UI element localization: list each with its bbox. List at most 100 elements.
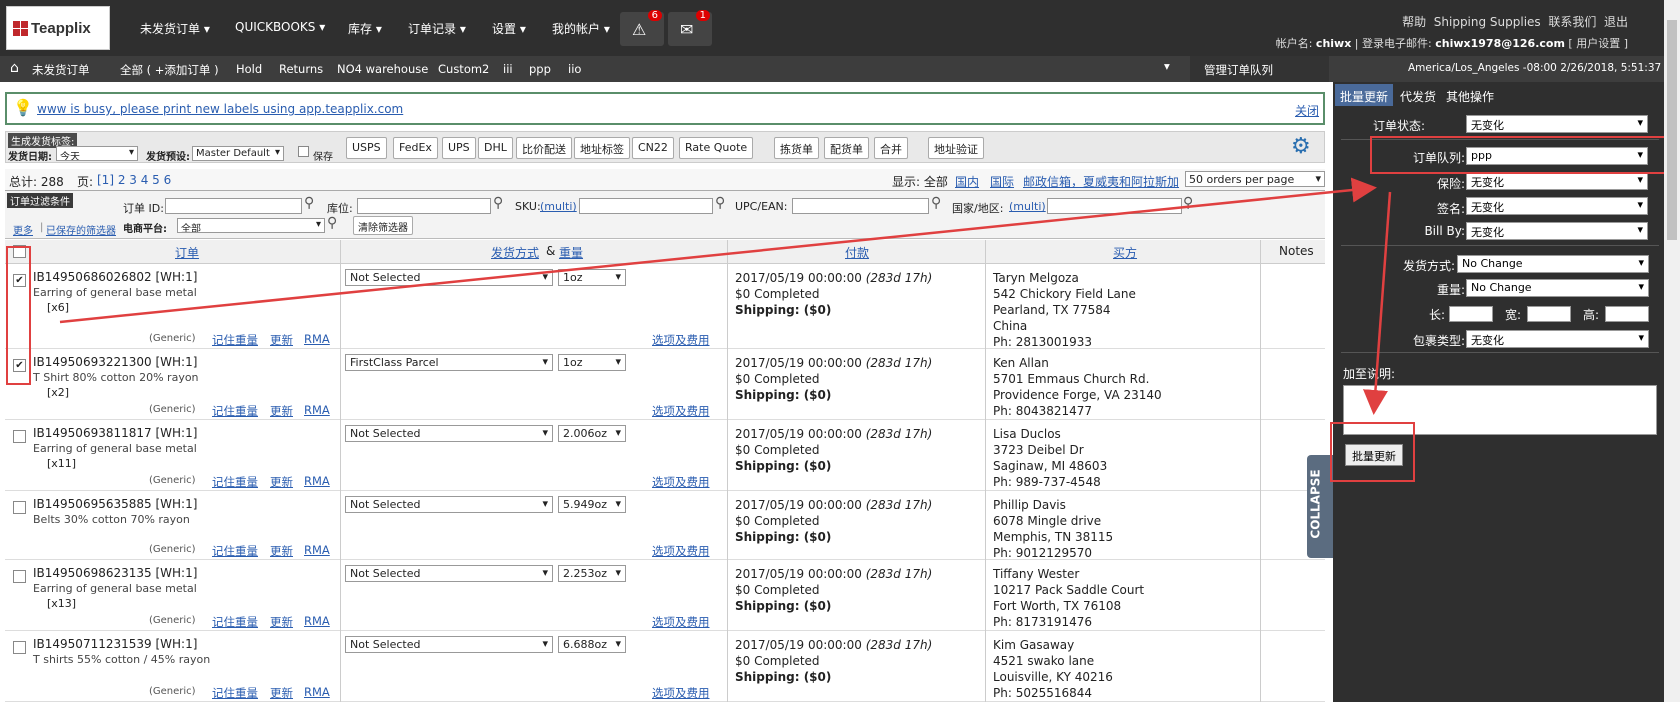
options-fees-link[interactable]: 选项及费用 xyxy=(652,614,710,630)
rma-link[interactable]: RMA xyxy=(304,332,330,346)
help-link[interactable]: 帮助 xyxy=(1402,15,1426,29)
more-filters-link[interactable]: 更多 xyxy=(13,222,33,237)
package-type-select[interactable]: 无变化 xyxy=(1466,330,1649,348)
rma-link[interactable]: RMA xyxy=(304,474,330,488)
remember-weight-link[interactable]: 记住重量 xyxy=(212,474,258,490)
nav-settings[interactable]: 设置 ▾ xyxy=(492,20,526,37)
ship-method-select[interactable]: FirstClass Parcel xyxy=(345,354,553,371)
address-label-button[interactable]: 地址标签 xyxy=(574,137,630,159)
insurance-select[interactable]: 无变化 xyxy=(1466,172,1648,190)
weight-select[interactable]: 1oz xyxy=(558,269,626,286)
options-fees-link[interactable]: 选项及费用 xyxy=(652,685,710,701)
ups-button[interactable]: UPS xyxy=(442,137,476,159)
cn22-button[interactable]: CN22 xyxy=(632,137,674,159)
order-checkbox[interactable]: ✔ xyxy=(13,359,26,372)
collapse-panel-button[interactable]: COLLAPSE xyxy=(1307,455,1333,558)
queue-tab-custom2[interactable]: Custom2 xyxy=(438,62,489,76)
country-input[interactable] xyxy=(1047,198,1182,214)
select-all-checkbox[interactable] xyxy=(13,245,26,258)
order-checkbox[interactable] xyxy=(13,570,26,583)
queue-tab-hold[interactable]: Hold xyxy=(236,62,262,76)
merge-button[interactable]: 合并 xyxy=(874,137,908,159)
usps-button[interactable]: USPS xyxy=(346,137,387,159)
queue-tab-iio[interactable]: iio xyxy=(568,62,581,76)
update-link[interactable]: 更新 xyxy=(270,685,293,701)
order-checkbox[interactable]: ✔ xyxy=(13,274,26,287)
ship-method-column-header[interactable]: 发货方式 xyxy=(491,244,539,261)
weight-select[interactable]: 5.949oz xyxy=(558,496,626,513)
height-input[interactable] xyxy=(1605,306,1649,322)
user-settings-link[interactable]: [ 用户设置 ] xyxy=(1568,37,1628,50)
rma-link[interactable]: RMA xyxy=(304,403,330,417)
remember-weight-link[interactable]: 记住重量 xyxy=(212,332,258,348)
panel-weight-select[interactable]: No Change xyxy=(1466,279,1649,297)
per-page-select[interactable]: 50 orders per page xyxy=(1185,171,1325,187)
ship-preset-select[interactable]: Master Default xyxy=(192,146,284,161)
weight-select[interactable]: 6.688oz xyxy=(558,636,626,653)
home-icon[interactable]: ⌂ xyxy=(10,60,19,76)
domestic-filter[interactable]: 国内 xyxy=(955,173,979,190)
platform-search-icon[interactable]: ⚲ xyxy=(327,215,337,231)
alerts-button[interactable]: ⚠ 6 xyxy=(620,10,664,46)
scrollbar-thumb[interactable] xyxy=(1667,20,1677,240)
rate-quote-button[interactable]: Rate Quote xyxy=(679,137,754,159)
remember-weight-link[interactable]: 记住重量 xyxy=(212,543,258,559)
pick-list-button[interactable]: 拣货单 xyxy=(774,137,819,159)
queue-dropdown-icon[interactable]: ▾ xyxy=(1164,59,1170,73)
status-select[interactable]: 无变化 xyxy=(1466,115,1648,133)
nav-inventory[interactable]: 库存 ▾ xyxy=(348,20,382,37)
messages-button[interactable]: ✉ 1 xyxy=(668,10,712,46)
payment-column-header[interactable]: 付款 xyxy=(845,244,869,261)
logout-link[interactable]: 退出 xyxy=(1604,15,1628,29)
settings-gear-icon[interactable]: ⚙ xyxy=(1291,134,1311,159)
platform-select[interactable]: 全部 xyxy=(177,218,325,233)
order-checkbox[interactable] xyxy=(13,430,26,443)
sku-search-icon[interactable]: ⚲ xyxy=(715,195,725,211)
options-fees-link[interactable]: 选项及费用 xyxy=(652,474,710,490)
remember-weight-link[interactable]: 记住重量 xyxy=(212,614,258,630)
nav-my-account[interactable]: 我的帐户 ▾ xyxy=(552,20,610,37)
options-fees-link[interactable]: 选项及费用 xyxy=(652,543,710,559)
upc-search-icon[interactable]: ⚲ xyxy=(931,195,941,211)
po-box-filter[interactable]: 邮政信箱，夏威夷和阿拉斯加 xyxy=(1023,173,1179,190)
update-link[interactable]: 更新 xyxy=(270,543,293,559)
sku-multi-link[interactable]: (multi) xyxy=(540,200,577,213)
options-fees-link[interactable]: 选项及费用 xyxy=(652,403,710,419)
remember-weight-link[interactable]: 记住重量 xyxy=(212,403,258,419)
show-all-filter[interactable]: 显示: 全部 xyxy=(892,173,948,190)
tab-dropship[interactable]: 代发货 xyxy=(1395,84,1441,106)
address-verify-button[interactable]: 地址验证 xyxy=(928,137,984,159)
weight-select[interactable]: 2.006oz xyxy=(558,425,626,442)
warehouse-input[interactable] xyxy=(357,198,491,214)
queue-tab-returns[interactable]: Returns xyxy=(279,62,323,76)
nav-quickbooks[interactable]: QUICKBOOKS ▾ xyxy=(235,20,325,34)
ship-date-select[interactable]: 今天 xyxy=(56,146,138,161)
manage-queue-link[interactable]: 管理订单队列 xyxy=(1190,56,1329,82)
queue-select[interactable]: ppp xyxy=(1466,147,1648,165)
update-link[interactable]: 更新 xyxy=(270,403,293,419)
remember-weight-link[interactable]: 记住重量 xyxy=(212,685,258,701)
bulk-update-button[interactable]: 批量更新 xyxy=(1345,444,1403,466)
bill-by-select[interactable]: 无变化 xyxy=(1466,222,1648,240)
order-id[interactable]: IB14950711231539 [WH:1] xyxy=(33,637,197,651)
saved-filters-link[interactable]: 已保存的筛选器 xyxy=(46,222,116,237)
queue-tab-ppp[interactable]: ppp xyxy=(529,62,551,76)
order-id[interactable]: IB14950686026802 [WH:1] xyxy=(33,270,197,284)
update-link[interactable]: 更新 xyxy=(270,474,293,490)
tab-other-actions[interactable]: 其他操作 xyxy=(1441,84,1499,106)
country-multi-link[interactable]: (multi) xyxy=(1009,200,1046,213)
ship-method-select[interactable]: Not Selected xyxy=(345,425,553,442)
notice-close-link[interactable]: 关闭 xyxy=(1295,102,1319,119)
dhl-button[interactable]: DHL xyxy=(478,137,513,159)
weight-column-header[interactable]: 重量 xyxy=(559,244,583,261)
rma-link[interactable]: RMA xyxy=(304,543,330,557)
order-id[interactable]: IB14950693811817 [WH:1] xyxy=(33,426,197,440)
upc-input[interactable] xyxy=(792,198,929,214)
teapplix-logo[interactable]: Teapplix xyxy=(6,6,110,50)
order-id[interactable]: IB14950695635885 [WH:1] xyxy=(33,497,197,511)
order-column-header[interactable]: 订单 xyxy=(175,244,199,261)
fedex-button[interactable]: FedEx xyxy=(393,137,438,159)
ship-method-select[interactable]: Not Selected xyxy=(345,269,553,286)
order-checkbox[interactable] xyxy=(13,641,26,654)
queue-tab-all[interactable]: 全部 ( +添加订单 ) xyxy=(120,62,219,78)
